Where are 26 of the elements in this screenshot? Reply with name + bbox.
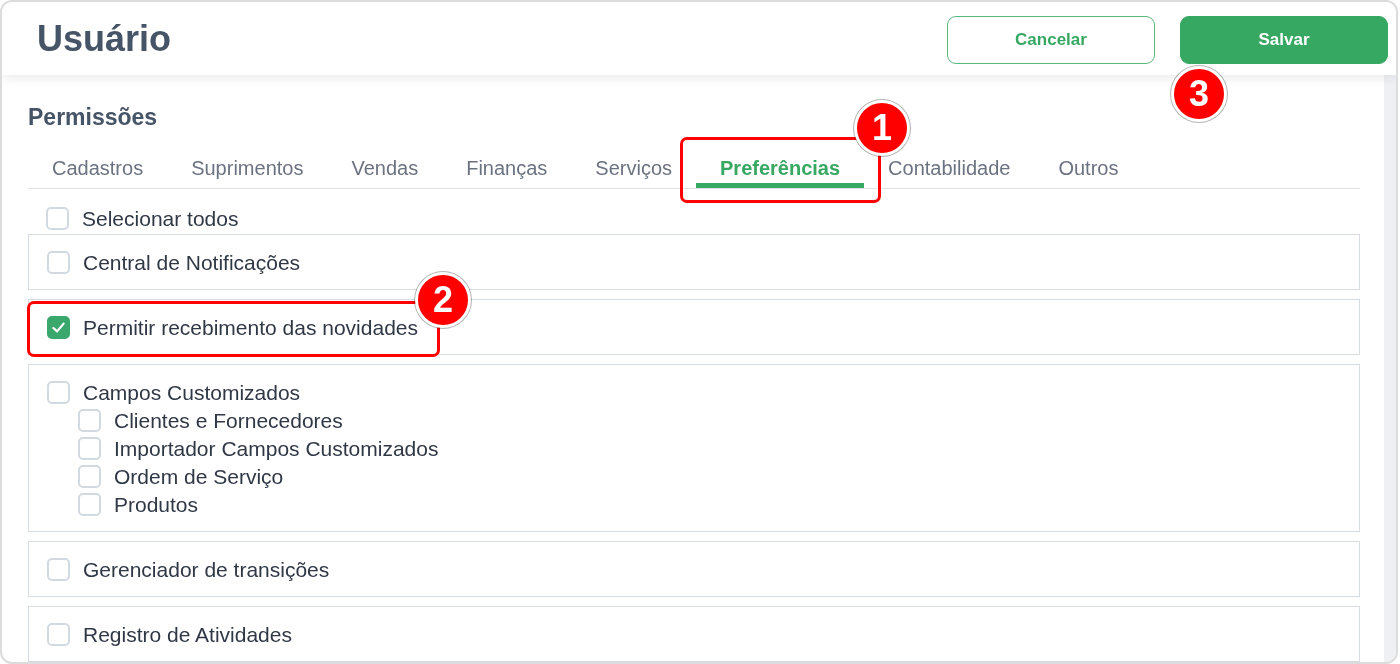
page-title: Usuário [37, 20, 172, 57]
checkbox-label: Clientes e Fornecedores [114, 409, 343, 431]
checkbox-label: Campos Customizados [83, 381, 301, 403]
checkbox-label: Central de Notificações [83, 251, 301, 273]
cancel-button[interactable]: Cancelar [947, 15, 1155, 64]
section-title: Permissões [28, 103, 158, 131]
step-number-marker: 3 [1171, 65, 1227, 122]
tab[interactable]: Cadastros [28, 148, 168, 188]
save-button[interactable]: Salvar [1180, 15, 1388, 64]
tab[interactable]: Suprimentos [167, 148, 328, 188]
scrollbar-track[interactable] [1384, 75, 1396, 662]
checkbox-label: Ordem de Serviço [114, 465, 284, 487]
checkbox-label: Selecionar todos [82, 207, 239, 229]
checkbox-label: Gerenciador de transições [83, 558, 330, 580]
checkbox[interactable] [47, 315, 70, 339]
step-number-marker: 1 [854, 100, 911, 156]
checkbox-label: Registro de Atividades [83, 623, 292, 645]
tab[interactable]: Serviços [571, 148, 697, 188]
checkbox-label: Importador Campos Customizados [114, 437, 439, 459]
checkbox-label: Produtos [114, 493, 199, 515]
checkbox-label: Permitir recebimento das novidades [83, 316, 418, 338]
tab[interactable]: Outros [1034, 148, 1143, 188]
tab[interactable]: Preferências [696, 148, 865, 188]
check-icon [52, 320, 65, 334]
tab[interactable]: Vendas [327, 148, 443, 188]
tab[interactable]: Finanças [442, 148, 572, 188]
